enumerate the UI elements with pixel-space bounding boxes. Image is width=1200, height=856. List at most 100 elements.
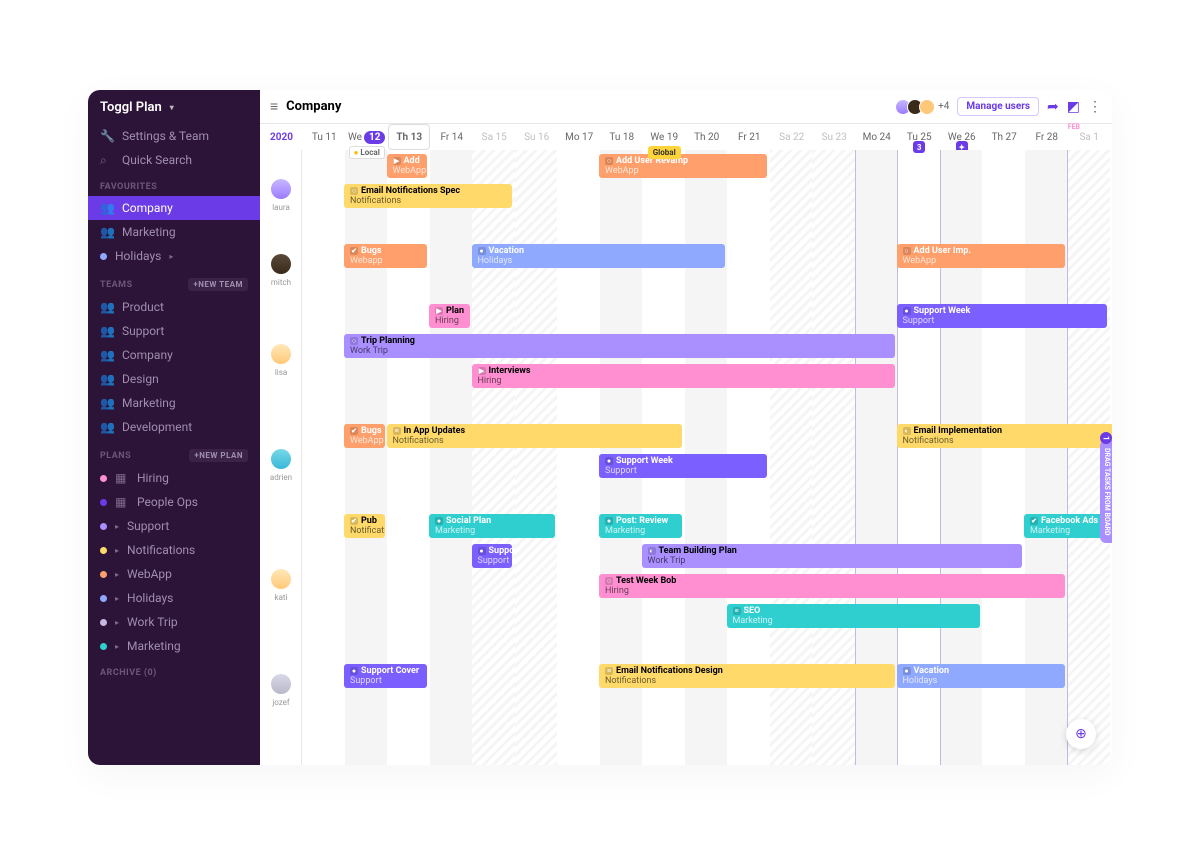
year-picker[interactable]: 2020: [260, 132, 303, 143]
task-bar[interactable]: ▶AddWebApp: [387, 154, 428, 178]
day-We26[interactable]: We 26✦: [940, 124, 983, 150]
board-icon: ▦: [115, 471, 129, 485]
plan-item[interactable]: ▸Marketing: [88, 634, 260, 658]
task-bar[interactable]: ◐Email ImplementationNotifications: [897, 424, 1113, 448]
avatar: [271, 674, 291, 694]
day-Su16[interactable]: Su 16: [515, 124, 558, 150]
user-laura[interactable]: laura: [260, 150, 302, 240]
task-bar[interactable]: ≡SEOMarketing: [727, 604, 980, 628]
milestone-global[interactable]: Global: [648, 146, 681, 159]
task-bar[interactable]: ▶InterviewsHiring: [472, 364, 895, 388]
canvas[interactable]: ▶AddWebApp ○Add User RevampWebApp ○Email N…: [260, 150, 1112, 765]
team-item[interactable]: 👥Development: [88, 415, 260, 439]
app-window: Toggl Plan▾ 🔧Settings & Team ⌕Quick Sear…: [88, 90, 1112, 765]
archive-header[interactable]: ARCHIVE (0): [88, 658, 260, 682]
task-bar[interactable]: ▶PlanHiring: [429, 304, 470, 328]
day-We19[interactable]: We 19Global: [643, 124, 686, 150]
day-Sa22[interactable]: Sa 22: [770, 124, 813, 150]
plan-item[interactable]: ▦Hiring: [88, 466, 260, 490]
favourites-header: FAVOURITES: [88, 172, 260, 196]
fav-item[interactable]: 👥Company: [88, 196, 260, 220]
fav-item[interactable]: Holidays ▸: [88, 244, 260, 268]
task-bar[interactable]: ◐Team Building PlanWork Trip: [642, 544, 1023, 568]
day-Th27[interactable]: Th 27: [983, 124, 1026, 150]
filter-icon[interactable]: ≡: [270, 98, 278, 115]
more-icon[interactable]: ⋮: [1088, 99, 1102, 115]
plan-item[interactable]: ▦People Ops: [88, 490, 260, 514]
share-icon[interactable]: ➦: [1047, 99, 1059, 115]
avatar: [271, 344, 291, 364]
new-team-button[interactable]: +New Team: [188, 278, 248, 291]
day-Tu11[interactable]: Tu 11: [303, 124, 346, 150]
milestone-local[interactable]: Local: [349, 146, 385, 159]
day-Mo24[interactable]: Mo 24: [855, 124, 898, 150]
settings-link[interactable]: 🔧Settings & Team: [88, 124, 260, 148]
plan-item[interactable]: ▸WebApp: [88, 562, 260, 586]
task-bar[interactable]: ○Add User RevampWebApp: [599, 154, 767, 178]
search-link[interactable]: ⌕Quick Search: [88, 148, 260, 172]
app-switcher[interactable]: Toggl Plan▾: [88, 90, 260, 124]
task-bar[interactable]: ●VacationHolidays: [472, 244, 725, 268]
timeline[interactable]: 2020 Tu 11We12LocalTh 13Fr 14Sa 15Su 16M…: [260, 124, 1112, 150]
task-bar[interactable]: ●Social PlanMarketing: [429, 514, 555, 538]
day-Su23[interactable]: Su 23: [813, 124, 856, 150]
header: ≡ Company +4 Manage users ➦ ◩ ⋮: [260, 90, 1112, 124]
search-icon: ⌕: [100, 153, 114, 168]
avatar: [271, 179, 291, 199]
avatar: [271, 569, 291, 589]
day-Th13[interactable]: Th 13: [388, 124, 431, 150]
user-kati[interactable]: kati: [260, 510, 302, 660]
task-bar[interactable]: ○Test Week BobHiring: [599, 574, 1065, 598]
avatar: [271, 449, 291, 469]
manage-users-button[interactable]: Manage users: [957, 97, 1039, 116]
notifications-icon[interactable]: ◩: [1067, 99, 1080, 115]
team-item[interactable]: 👥Support: [88, 319, 260, 343]
task-bar[interactable]: ✔Facebook AdsMarketing: [1024, 514, 1112, 538]
day-Fr21[interactable]: Fr 21: [728, 124, 771, 150]
day-Fr28[interactable]: Fr 28: [1025, 124, 1068, 150]
day-We12[interactable]: We12Local: [345, 124, 388, 150]
task-bar[interactable]: ✔BugsWebapp: [344, 244, 427, 268]
task-bar[interactable]: ●Support WeekSupport: [599, 454, 767, 478]
task-bar[interactable]: ≡Email Notifications DesignNotifications: [599, 664, 895, 688]
plan-item[interactable]: ▸Notifications: [88, 538, 260, 562]
day-Fr14[interactable]: Fr 14: [430, 124, 473, 150]
drag-tasks-tab[interactable]: 1DRAG TASKS FROM BOARD: [1100, 440, 1112, 543]
task-bar[interactable]: ●SupportSupport: [472, 544, 513, 568]
task-bar[interactable]: ○Email Notifications SpecNotifications: [344, 184, 512, 208]
new-plan-button[interactable]: +New Plan: [189, 449, 248, 462]
task-bar[interactable]: ✔PubNotifications: [344, 514, 385, 538]
task-bar[interactable]: ●Support WeekSupport: [897, 304, 1108, 328]
plan-item[interactable]: ▸Support: [88, 514, 260, 538]
task-bar[interactable]: ○Trip PlanningWork Trip: [344, 334, 895, 358]
day-Tu25[interactable]: Tu 253: [898, 124, 941, 150]
task-bar[interactable]: ≡In App UpdatesNotifications: [387, 424, 683, 448]
team-item[interactable]: 👥Design: [88, 367, 260, 391]
fav-item[interactable]: 👥Marketing: [88, 220, 260, 244]
task-bar[interactable]: ●VacationHolidays: [897, 664, 1065, 688]
month-marker: FEB: [1068, 123, 1080, 131]
user-adrien[interactable]: adrien: [260, 420, 302, 510]
task-bar[interactable]: ○Add User Imp.WebApp: [897, 244, 1065, 268]
day-Tu18[interactable]: Tu 18: [600, 124, 643, 150]
day-Th20[interactable]: Th 20: [685, 124, 728, 150]
day-Sa15[interactable]: Sa 15: [473, 124, 516, 150]
user-lisa[interactable]: lisa: [260, 300, 302, 420]
team-item[interactable]: 👥Product: [88, 295, 260, 319]
zoom-button[interactable]: ⊕: [1066, 719, 1096, 749]
team-icon: 👥: [100, 348, 114, 362]
plan-item[interactable]: ▸Work Trip: [88, 610, 260, 634]
user-jozef[interactable]: jozef: [260, 660, 302, 720]
task-bar[interactable]: ✔BugsWebApp: [344, 424, 385, 448]
member-avatars[interactable]: +4: [899, 99, 949, 115]
team-item[interactable]: 👥Company: [88, 343, 260, 367]
task-bar[interactable]: ●Support CoverSupport: [344, 664, 427, 688]
user-mitch[interactable]: mitch: [260, 240, 302, 300]
team-item[interactable]: 👥Marketing: [88, 391, 260, 415]
plan-item[interactable]: ▸Holidays: [88, 586, 260, 610]
task-bar[interactable]: ●Post: ReviewMarketing: [599, 514, 682, 538]
main-area: ≡ Company +4 Manage users ➦ ◩ ⋮ 2020 Tu …: [260, 90, 1112, 765]
team-icon: 👥: [100, 300, 114, 314]
day-Mo17[interactable]: Mo 17: [558, 124, 601, 150]
teams-header: TEAMS+New Team: [88, 268, 260, 295]
